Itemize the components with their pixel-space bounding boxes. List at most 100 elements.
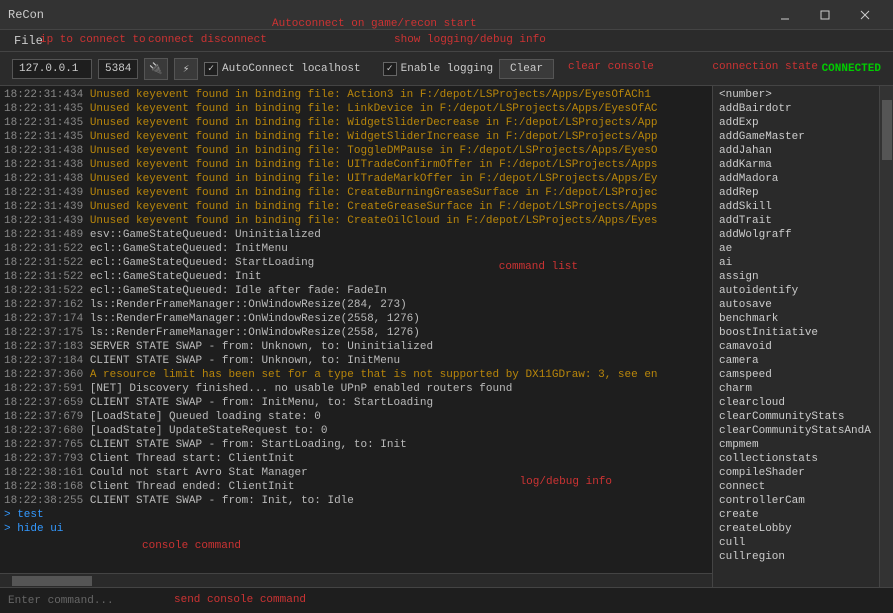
connect-button[interactable]: 🔌 bbox=[144, 58, 168, 80]
maximize-button[interactable] bbox=[805, 1, 845, 29]
command-list-item[interactable]: charm bbox=[719, 382, 887, 396]
command-list-item[interactable]: addWolgraff bbox=[719, 228, 887, 242]
autoconnect-label: AutoConnect localhost bbox=[222, 63, 361, 75]
console-line: 18:22:37:184 CLIENT STATE SWAP - from: U… bbox=[4, 354, 708, 368]
command-list-item[interactable]: addJahan bbox=[719, 144, 887, 158]
enable-logging-checkbox[interactable]: ✓ bbox=[383, 62, 397, 76]
console-line: 18:22:31:435 Unused keyevent found in bi… bbox=[4, 130, 708, 144]
titlebar: ReCon bbox=[0, 0, 893, 30]
annotation-clear: clear console bbox=[568, 61, 654, 73]
unplug-icon: ⚡ bbox=[183, 62, 190, 76]
command-list-item[interactable]: createLobby bbox=[719, 522, 887, 536]
console-line: 18:22:38:161 Could not start Avro Stat M… bbox=[4, 466, 708, 480]
console-user-input: > test bbox=[4, 508, 708, 522]
command-list-item[interactable]: autosave bbox=[719, 298, 887, 312]
console-line: 18:22:31:435 Unused keyevent found in bi… bbox=[4, 102, 708, 116]
command-input[interactable] bbox=[0, 591, 893, 611]
command-list-item[interactable]: cmpmem bbox=[719, 438, 887, 452]
console-line: 18:22:31:522 ecl::GameStateQueued: Idle … bbox=[4, 284, 708, 298]
main-area: 18:22:31:434 Unused keyevent found in bi… bbox=[0, 86, 893, 587]
console-line: 18:22:31:434 Unused keyevent found in bi… bbox=[4, 88, 708, 102]
command-list-item[interactable]: addSkill bbox=[719, 200, 887, 214]
vscroll-thumb[interactable] bbox=[882, 100, 892, 160]
command-list-item[interactable]: addGameMaster bbox=[719, 130, 887, 144]
console-line: 18:22:37:591 [NET] Discovery finished...… bbox=[4, 382, 708, 396]
command-list-item[interactable]: collectionstats bbox=[719, 452, 887, 466]
console-line: 18:22:37:765 CLIENT STATE SWAP - from: S… bbox=[4, 438, 708, 452]
hscroll-thumb[interactable] bbox=[12, 576, 92, 586]
enable-logging-label: Enable logging bbox=[401, 63, 493, 75]
command-list[interactable]: <number>addBairdotraddExpaddGameMasterad… bbox=[713, 86, 893, 587]
console-line: 18:22:31:489 esv::GameStateQueued: Unini… bbox=[4, 228, 708, 242]
command-list-item[interactable]: camspeed bbox=[719, 368, 887, 382]
command-list-item[interactable]: connect bbox=[719, 480, 887, 494]
console-line: 18:22:31:439 Unused keyevent found in bi… bbox=[4, 214, 708, 228]
command-list-item[interactable]: assign bbox=[719, 270, 887, 284]
command-list-item[interactable]: camavoid bbox=[719, 340, 887, 354]
menu-file[interactable]: File bbox=[8, 32, 49, 50]
cmdlist-vscrollbar[interactable] bbox=[879, 86, 893, 587]
console-line: 18:22:37:174 ls::RenderFrameManager::OnW… bbox=[4, 312, 708, 326]
console-line: 18:22:37:659 CLIENT STATE SWAP - from: I… bbox=[4, 396, 708, 410]
command-list-item[interactable]: addBairdotr bbox=[719, 102, 887, 116]
annotation-consolecmd: console command bbox=[142, 540, 241, 552]
command-list-item[interactable]: addMadora bbox=[719, 172, 887, 186]
enable-logging-checkbox-wrap[interactable]: ✓ Enable logging bbox=[383, 62, 493, 76]
command-list-item[interactable]: cullregion bbox=[719, 550, 887, 564]
console-hscrollbar[interactable] bbox=[0, 573, 712, 587]
console-line: 18:22:31:435 Unused keyevent found in bi… bbox=[4, 116, 708, 130]
command-list-item[interactable]: addTrait bbox=[719, 214, 887, 228]
command-list-item[interactable]: <number> bbox=[719, 88, 887, 102]
console-output[interactable]: 18:22:31:434 Unused keyevent found in bi… bbox=[0, 86, 713, 587]
command-list-item[interactable]: cull bbox=[719, 536, 887, 550]
console-line: 18:22:31:522 ecl::GameStateQueued: Start… bbox=[4, 256, 708, 270]
console-line: 18:22:31:438 Unused keyevent found in bi… bbox=[4, 172, 708, 186]
command-list-item[interactable]: clearCommunityStats bbox=[719, 410, 887, 424]
annotation-ip: ip to connect to bbox=[40, 34, 146, 46]
console-line: 18:22:37:162 ls::RenderFrameManager::OnW… bbox=[4, 298, 708, 312]
console-line: 18:22:31:438 Unused keyevent found in bi… bbox=[4, 158, 708, 172]
command-list-item[interactable]: addExp bbox=[719, 116, 887, 130]
command-list-item[interactable]: ae bbox=[719, 242, 887, 256]
console-line: 18:22:37:793 Client Thread start: Client… bbox=[4, 452, 708, 466]
console-line: 18:22:31:439 Unused keyevent found in bi… bbox=[4, 186, 708, 200]
console-line: 18:22:31:438 Unused keyevent found in bi… bbox=[4, 144, 708, 158]
command-list-item[interactable]: clearcloud bbox=[719, 396, 887, 410]
command-list-item[interactable]: addKarma bbox=[719, 158, 887, 172]
command-list-item[interactable]: compileShader bbox=[719, 466, 887, 480]
command-input-bar: send console command bbox=[0, 587, 893, 613]
disconnect-button[interactable]: ⚡ bbox=[174, 58, 198, 80]
close-button[interactable] bbox=[845, 1, 885, 29]
command-list-item[interactable]: controllerCam bbox=[719, 494, 887, 508]
app-title: ReCon bbox=[8, 8, 44, 22]
minimize-button[interactable] bbox=[765, 1, 805, 29]
command-list-item[interactable]: addRep bbox=[719, 186, 887, 200]
menubar: File ip to connect to connect disconnect… bbox=[0, 30, 893, 52]
autoconnect-checkbox-wrap[interactable]: ✓ AutoConnect localhost bbox=[204, 62, 361, 76]
console-line: 18:22:37:175 ls::RenderFrameManager::OnW… bbox=[4, 326, 708, 340]
console-user-input: > hide ui bbox=[4, 522, 708, 536]
console-line: 18:22:37:679 [LoadState] Queued loading … bbox=[4, 410, 708, 424]
console-line: 18:22:37:360 A resource limit has been s… bbox=[4, 368, 708, 382]
port-input[interactable] bbox=[98, 59, 138, 79]
command-list-item[interactable]: clearCommunityStatsAndA bbox=[719, 424, 887, 438]
command-list-item[interactable]: create bbox=[719, 508, 887, 522]
autoconnect-checkbox[interactable]: ✓ bbox=[204, 62, 218, 76]
command-list-item[interactable]: camera bbox=[719, 354, 887, 368]
console-line: 18:22:37:183 SERVER STATE SWAP - from: U… bbox=[4, 340, 708, 354]
ip-input[interactable] bbox=[12, 59, 92, 79]
command-list-item[interactable]: boostInitiative bbox=[719, 326, 887, 340]
console-line: 18:22:31:522 ecl::GameStateQueued: InitM… bbox=[4, 242, 708, 256]
connection-state: CONNECTED bbox=[822, 63, 881, 75]
annotation-connstate: connection state bbox=[712, 61, 818, 73]
plug-icon: 🔌 bbox=[149, 62, 163, 76]
clear-button[interactable]: Clear bbox=[499, 59, 554, 79]
command-list-item[interactable]: ai bbox=[719, 256, 887, 270]
annotation-connect: connect disconnect bbox=[148, 34, 267, 46]
console-line: 18:22:38:168 Client Thread ended: Client… bbox=[4, 480, 708, 494]
console-line: 18:22:31:522 ecl::GameStateQueued: Init bbox=[4, 270, 708, 284]
command-list-item[interactable]: benchmark bbox=[719, 312, 887, 326]
command-list-item[interactable]: autoidentify bbox=[719, 284, 887, 298]
annotation-logging: show logging/debug info bbox=[394, 34, 546, 46]
toolbar: 🔌 ⚡ ✓ AutoConnect localhost ✓ Enable log… bbox=[0, 52, 893, 86]
